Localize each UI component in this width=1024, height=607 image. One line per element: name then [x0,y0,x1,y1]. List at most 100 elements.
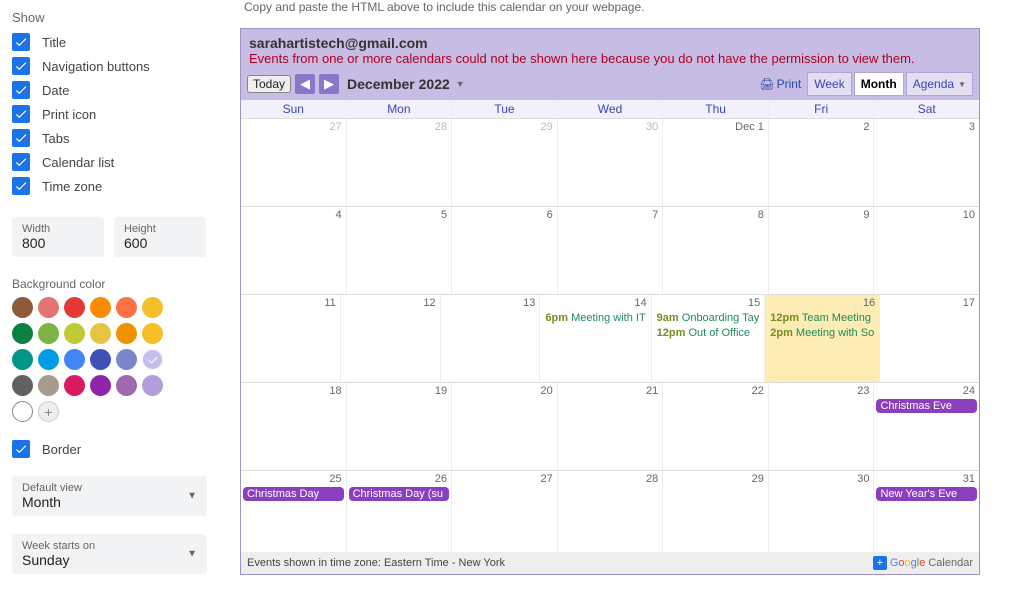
swatch-add[interactable]: + [38,401,59,422]
day-cell[interactable]: 7 [558,207,664,294]
day-cell[interactable]: 4 [241,207,347,294]
color-swatch[interactable] [142,323,163,344]
color-swatch[interactable] [90,375,111,396]
day-cell[interactable]: 12 [341,295,441,382]
next-button[interactable]: ▶ [319,74,339,94]
calendar-allday-event[interactable]: Christmas Day [243,487,344,501]
day-cell[interactable]: 8 [663,207,769,294]
calendar-event[interactable]: 2pm Meeting with So [767,326,877,340]
month-picker[interactable]: December 2022▼ [347,76,465,92]
checkbox-title[interactable] [12,33,30,51]
day-cell[interactable]: 11 [241,295,341,382]
color-swatch[interactable] [116,349,137,370]
color-swatch[interactable] [12,349,33,370]
day-number: 31 [963,473,975,485]
day-cell[interactable]: 25Christmas Day [241,471,347,552]
helper-text: Copy and paste the HTML above to include… [240,0,1012,14]
day-cell[interactable]: 28 [558,471,664,552]
calendar-event[interactable]: 12pm Team Meeting [767,311,877,325]
google-calendar-link[interactable]: + Google Calendar [873,556,973,570]
day-number: 24 [963,385,975,397]
day-cell[interactable]: 159am Onboarding Tay12pm Out of Office [652,295,766,382]
day-cell[interactable]: 5 [347,207,453,294]
color-swatch[interactable] [38,349,59,370]
week-starts-select[interactable]: Week starts on Sunday ▼ [12,534,207,574]
border-checkbox[interactable] [12,440,30,458]
color-swatch[interactable] [116,297,137,318]
color-swatch[interactable] [116,375,137,396]
checkbox-date[interactable] [12,81,30,99]
day-cell[interactable]: Dec 1 [663,119,769,206]
day-cell[interactable]: 146pm Meeting with IT [540,295,651,382]
color-swatch[interactable] [90,349,111,370]
prev-button[interactable]: ◀ [295,74,315,94]
width-input[interactable]: Width 800 [12,217,104,257]
color-swatch[interactable] [64,375,85,396]
color-swatch[interactable] [142,297,163,318]
day-cell[interactable]: 23 [769,383,875,470]
color-swatch[interactable] [64,323,85,344]
day-cell[interactable]: 6 [452,207,558,294]
day-cell[interactable]: 19 [347,383,453,470]
day-number: 6 [547,209,553,221]
color-swatch[interactable] [116,323,137,344]
day-number: 3 [969,121,975,133]
tab-week[interactable]: Week [807,72,851,96]
swatch-white[interactable] [12,401,33,422]
calendar-event[interactable]: 12pm Out of Office [654,326,763,340]
color-swatch[interactable] [64,349,85,370]
day-cell[interactable]: 29 [452,119,558,206]
calendar-grid: SunMonTueWedThuFriSat 27282930Dec 123456… [241,100,979,552]
print-button[interactable]: 🖨Print [759,77,801,91]
day-cell[interactable]: 27 [452,471,558,552]
day-number: 28 [435,121,447,133]
color-swatch[interactable] [38,323,59,344]
tab-month[interactable]: Month [854,72,904,96]
day-cell[interactable]: 28 [347,119,453,206]
day-cell[interactable]: 17 [880,295,979,382]
color-swatch[interactable] [38,297,59,318]
checkbox-tabs[interactable] [12,129,30,147]
default-view-select[interactable]: Default view Month ▼ [12,476,207,516]
day-cell[interactable]: 29 [663,471,769,552]
color-swatch[interactable] [142,349,163,370]
day-cell[interactable]: 9 [769,207,875,294]
day-cell[interactable]: 1612pm Team Meeting2pm Meeting with So [765,295,880,382]
checkbox-print-icon[interactable] [12,105,30,123]
today-button[interactable]: Today [247,75,291,93]
day-cell[interactable]: 30 [558,119,664,206]
checkbox-time-zone[interactable] [12,177,30,195]
day-cell[interactable]: 3 [874,119,979,206]
calendar-allday-event[interactable]: New Year's Eve [876,487,977,501]
calendar-allday-event[interactable]: Christmas Eve [876,399,977,413]
day-cell[interactable]: 31 New Year's Eve [874,471,979,552]
color-swatch[interactable] [12,375,33,396]
day-cell[interactable]: 20 [452,383,558,470]
day-cell[interactable]: 2 [769,119,875,206]
color-swatch[interactable] [142,375,163,396]
height-input[interactable]: Height 600 [114,217,206,257]
day-cell[interactable]: 24 Christmas Eve [874,383,979,470]
tab-agenda[interactable]: Agenda▼ [906,72,973,96]
day-cell[interactable]: 27 [241,119,347,206]
day-cell[interactable]: 30 [769,471,875,552]
day-cell[interactable]: 18 [241,383,347,470]
day-cell[interactable]: 26Christmas Day (su [347,471,453,552]
checkbox-calendar-list[interactable] [12,153,30,171]
color-swatch[interactable] [38,375,59,396]
color-swatch[interactable] [64,297,85,318]
calendar-event[interactable]: 9am Onboarding Tay [654,311,763,325]
color-swatch[interactable] [12,297,33,318]
color-swatch[interactable] [12,323,33,344]
color-swatch[interactable] [90,297,111,318]
day-cell[interactable]: 21 [558,383,664,470]
calendar-event[interactable]: 6pm Meeting with IT [542,311,648,325]
color-swatch[interactable] [90,323,111,344]
checkbox-navigation-buttons[interactable] [12,57,30,75]
day-cell[interactable]: 13 [441,295,541,382]
day-cell[interactable]: 22 [663,383,769,470]
day-number: 29 [752,473,764,485]
calendar-allday-event[interactable]: Christmas Day (su [349,487,450,501]
day-cell[interactable]: 10 [874,207,979,294]
calendar-toolbar: Today ◀ ▶ December 2022▼ 🖨Print Week Mon… [241,68,979,100]
